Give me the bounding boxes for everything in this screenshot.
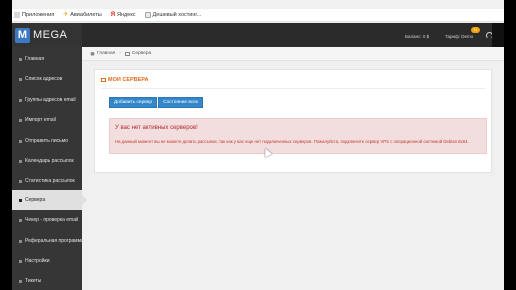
status-all-button[interactable]: Состояние всех	[158, 97, 204, 108]
server-icon	[124, 51, 130, 56]
alert-text: На данный момент вы не можете делать рас…	[115, 139, 469, 144]
bullet-icon	[19, 179, 22, 183]
breadcrumb-current: Сервера	[131, 51, 152, 56]
sidebar-item-email-checker[interactable]: Чекер - проверка email	[12, 210, 82, 230]
sidebar-item-referral[interactable]: Реферальная программа	[12, 231, 84, 251]
bookmark-hosting[interactable]: Дешевый хостинг...	[144, 12, 202, 18]
header-edge	[492, 23, 504, 47]
breadcrumb-home[interactable]: Главная	[97, 51, 115, 56]
bookmark-label: Дешевый хостинг...	[152, 12, 202, 18]
sidebar-item-settings[interactable]: Настройки	[12, 251, 82, 271]
bookmark-label: Яндекс	[117, 12, 136, 18]
page-title: МОИ СЕРВЕРА	[101, 77, 148, 83]
divider	[101, 88, 485, 89]
bookmarks-bar: Приложения ✈ Авиабилеты Я Яндекс Дешевый…	[12, 9, 504, 22]
bookmark-yandex[interactable]: Я Яндекс	[111, 12, 136, 18]
sidebar-item-home[interactable]: Главная	[12, 49, 82, 69]
active-pointer	[82, 195, 87, 205]
sidebar-item-label: Чекер - проверка email	[25, 217, 79, 223]
sidebar-item-label: Группы адресов email	[25, 97, 76, 103]
breadcrumb-separator: ›	[119, 51, 121, 56]
no-servers-alert: У вас нет активных серверов! На данный м…	[109, 118, 487, 154]
plane-icon: ✈	[63, 12, 69, 18]
sidebar-item-label: Настройки	[25, 258, 50, 264]
sidebar-item-label: Реферальная программа	[25, 238, 84, 244]
sidebar: Главная Список адресов Группы адресов em…	[12, 47, 87, 290]
bullet-icon	[19, 139, 22, 143]
home-icon	[90, 51, 95, 56]
bullet-icon	[19, 57, 22, 61]
sidebar-item-label: Главная	[25, 56, 45, 62]
bookmark-label: Авиабилеты	[70, 12, 102, 18]
sidebar-item-label: Календарь рассылок	[25, 158, 74, 164]
alert-title: У вас нет активных серверов!	[115, 125, 198, 131]
bullet-icon	[19, 218, 22, 222]
bullet-icon	[19, 198, 22, 202]
hosting-icon	[144, 12, 151, 18]
server-icon	[101, 78, 106, 82]
logo-text: MEGA	[33, 29, 68, 41]
bookmark-avia[interactable]: ✈ Авиабилеты	[63, 12, 102, 18]
bullet-icon	[19, 98, 22, 102]
bullet-icon	[19, 159, 22, 163]
bookmark-apps[interactable]: Приложения	[14, 12, 54, 18]
apps-grid-icon	[14, 12, 20, 18]
page-title-text: МОИ СЕРВЕРА	[108, 77, 149, 83]
sidebar-item-import-email[interactable]: Импорт email	[12, 110, 82, 130]
sidebar-item-address-list[interactable]: Список адресов	[12, 69, 82, 89]
balance-text: Баланс: 0 $	[405, 34, 430, 39]
sidebar-item-send-letter[interactable]: Отправить письмо	[12, 131, 82, 151]
top-header: M MEGA Баланс: 0 $ Тариф: Demo 11	[12, 23, 504, 47]
logo[interactable]: M MEGA	[12, 23, 82, 47]
logo-mark: M	[15, 27, 30, 43]
app-screen: Приложения ✈ Авиабилеты Я Яндекс Дешевый…	[12, 0, 504, 290]
bullet-icon	[19, 279, 22, 283]
tariff-text[interactable]: Тариф: Demo	[445, 34, 473, 39]
yandex-icon: Я	[110, 12, 116, 18]
sidebar-item-mailing-stats[interactable]: Статистика рассылок	[12, 171, 82, 191]
sidebar-item-email-groups[interactable]: Группы адресов email	[12, 90, 82, 110]
sidebar-item-label: Тикеты	[25, 278, 42, 284]
sidebar-item-tickets[interactable]: Тикеты	[12, 271, 82, 290]
sidebar-item-label: Список адресов	[25, 76, 63, 82]
notification-badge[interactable]: 11	[471, 27, 480, 33]
sidebar-item-label: Импорт email	[25, 117, 56, 123]
bullet-icon	[19, 259, 22, 263]
button-group: Добавить сервер Состояние всех	[109, 97, 204, 108]
sidebar-item-mailing-calendar[interactable]: Календарь рассылок	[12, 151, 82, 171]
sidebar-item-label: Отправить письмо	[25, 138, 69, 144]
sidebar-item-label: Сервера	[25, 197, 46, 203]
add-server-button[interactable]: Добавить сервер	[109, 97, 158, 108]
sidebar-item-label: Статистика рассылок	[25, 178, 75, 184]
bullet-icon	[19, 77, 22, 81]
breadcrumb: Главная › Сервера	[82, 47, 504, 61]
sidebar-item-servers[interactable]: Сервера	[12, 190, 87, 210]
bookmark-label: Приложения	[22, 12, 55, 18]
bullet-icon	[19, 239, 22, 243]
servers-panel: МОИ СЕРВЕРА Добавить сервер Состояние вс…	[94, 69, 492, 173]
bullet-icon	[19, 118, 22, 122]
